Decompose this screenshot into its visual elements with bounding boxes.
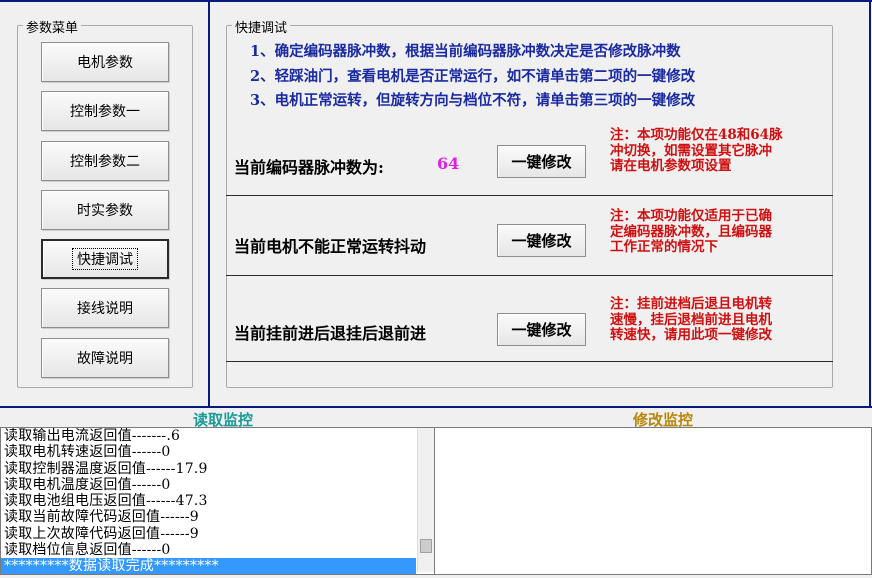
- button-label: 控制参数一: [70, 104, 140, 120]
- param-menu-title: 参数菜单: [23, 17, 82, 36]
- right-border: [869, 0, 871, 407]
- scrollbar-thumb[interactable]: [420, 539, 432, 553]
- button-label: 故障说明: [77, 351, 133, 367]
- log-scrollbar[interactable]: [417, 428, 435, 572]
- log-line[interactable]: 读取输出电流返回值-------.6: [1, 428, 416, 444]
- direction-note: 注：挂前进档后退且电机转 速慢，挂后退档前进且电机 转速快，请用此项一键修改: [610, 296, 772, 343]
- log-line[interactable]: 读取当前故障代码返回值------9: [1, 509, 416, 525]
- step-1: 1、确定编码器脉冲数，根据当前编码器脉冲数决定是否修改脉冲数: [250, 43, 681, 60]
- row-divider: [226, 275, 833, 276]
- top-border: [0, 0, 872, 2]
- control-params-1-button[interactable]: 控制参数一: [41, 91, 169, 131]
- log-line[interactable]: 读取电机温度返回值------0: [1, 477, 416, 493]
- motor-shake-note: 注：本项功能仅适用于已确 定编码器脉冲数，且编码器 工作正常的情况下: [610, 208, 772, 255]
- wiring-help-button[interactable]: 接线说明: [41, 288, 169, 328]
- control-params-2-button[interactable]: 控制参数二: [41, 141, 169, 181]
- quick-debug-title: 快捷调试: [232, 17, 291, 36]
- pulse-count-value: 64: [437, 154, 460, 173]
- motor-params-button[interactable]: 电机参数: [41, 42, 169, 82]
- step-3: 3、电机正常运转，但旋转方向与档位不符，请单击第三项的一键修改: [250, 92, 696, 109]
- direction-reverse-label: 当前挂前进后退挂后退前进: [234, 324, 427, 343]
- button-label: 快捷调试: [72, 248, 138, 270]
- log-line[interactable]: *********数据读取完成*********: [1, 558, 416, 574]
- row-divider: [226, 361, 833, 362]
- row-divider: [226, 195, 833, 196]
- button-label: 接线说明: [77, 301, 133, 317]
- fix-motor-shake-button[interactable]: 一键修改: [497, 224, 586, 257]
- motor-shake-label: 当前电机不能正常运转抖动: [234, 237, 427, 256]
- modify-monitor-log[interactable]: [434, 427, 872, 575]
- fix-pulse-button[interactable]: 一键修改: [497, 145, 586, 178]
- log-line[interactable]: 读取控制器温度返回值------17.9: [1, 461, 416, 477]
- fix-direction-button[interactable]: 一键修改: [497, 313, 586, 346]
- log-line[interactable]: 读取上次故障代码返回值------9: [1, 526, 416, 542]
- fault-help-button[interactable]: 故障说明: [41, 338, 169, 378]
- realtime-params-button[interactable]: 时实参数: [41, 190, 169, 230]
- quick-debug-button[interactable]: 快捷调试: [41, 239, 169, 279]
- button-label: 控制参数二: [70, 154, 140, 170]
- read-monitor-log[interactable]: 读取输出电流返回值-------.6 读取电机转速返回值------0 读取控制器温…: [0, 427, 436, 575]
- step-2: 2、轻踩油门，查看电机是否正常运行，如不请单击第二项的一键修改: [250, 68, 696, 85]
- pulse-note: 注：本项功能仅在48和64脉 冲切换，如需设置其它脉冲 请在电机参数项设置: [610, 127, 783, 174]
- button-label: 时实参数: [77, 203, 133, 219]
- panel-divider-vertical: [208, 0, 210, 407]
- panel-divider-horizontal: [0, 406, 872, 408]
- log-line[interactable]: 读取电池组电压返回值------47.3: [1, 493, 416, 509]
- log-line[interactable]: 读取电机转速返回值------0: [1, 444, 416, 460]
- pulse-count-label: 当前编码器脉冲数为:: [234, 158, 384, 177]
- log-line[interactable]: 读取档位信息返回值------0: [1, 542, 416, 558]
- button-label: 电机参数: [77, 55, 133, 71]
